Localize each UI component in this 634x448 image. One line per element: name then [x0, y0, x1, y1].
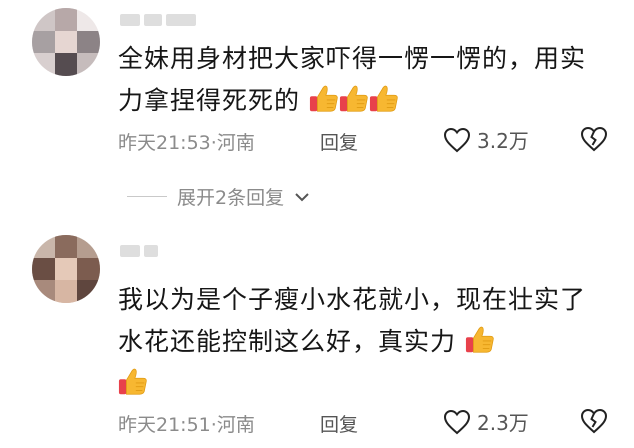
comment-text-content: 我以为是个子瘦小水花就小，现在壮实了水花还能控制这么好，真实力: [118, 285, 587, 356]
comment-location: 河南: [216, 414, 255, 436]
comment-item: 我以为是个子瘦小水花就小，现在壮实了水花还能控制这么好，真实力 昨天21:51·…: [0, 225, 634, 448]
reply-button[interactable]: 回复: [320, 128, 358, 155]
like-count: 3.2万: [477, 129, 529, 153]
heart-outline-icon: [443, 127, 471, 152]
thumbs-up-emoji: [309, 84, 339, 114]
like-count: 2.3万: [477, 411, 529, 435]
avatar[interactable]: [32, 235, 100, 303]
comment-text: 全妹用身材把大家吓得一愣一愣的，用实力拿捏得死死的: [118, 38, 598, 122]
username-blurred[interactable]: [120, 245, 158, 259]
chevron-down-icon: [295, 192, 309, 201]
heart-outline-icon: [443, 409, 471, 434]
comment-meta: 昨天21:53·河南 回复 3.2万: [118, 125, 618, 158]
comment-time: 昨天21:53: [118, 132, 211, 154]
username-blurred[interactable]: [120, 14, 196, 28]
thumbs-up-emoji: [339, 84, 369, 114]
thumbs-up-emoji: [369, 84, 399, 114]
reply-button[interactable]: 回复: [320, 410, 358, 437]
comment-location: 河南: [216, 132, 255, 154]
divider-line: [127, 196, 167, 197]
expand-replies-label: 展开2条回复: [177, 187, 285, 209]
comment-time: 昨天21:51: [118, 414, 211, 436]
like-button[interactable]: 3.2万: [443, 125, 529, 154]
comment-text: 我以为是个子瘦小水花就小，现在壮实了水花还能控制这么好，真实力: [118, 279, 598, 405]
thumbs-up-emoji: [465, 325, 495, 355]
avatar[interactable]: [32, 8, 100, 76]
comment-item: 全妹用身材把大家吓得一愣一愣的，用实力拿捏得死死的 昨天21:53·河南 回复 …: [0, 0, 634, 170]
expand-replies-button[interactable]: 展开2条回复: [127, 183, 310, 210]
like-button[interactable]: 2.3万: [443, 407, 529, 436]
comment-meta: 昨天21:51·河南 回复 2.3万: [118, 407, 618, 440]
broken-heart-icon: [580, 408, 608, 434]
dislike-button[interactable]: [580, 126, 608, 157]
thumbs-up-emoji: [118, 367, 148, 397]
broken-heart-icon: [580, 126, 608, 152]
dislike-button[interactable]: [580, 408, 608, 439]
